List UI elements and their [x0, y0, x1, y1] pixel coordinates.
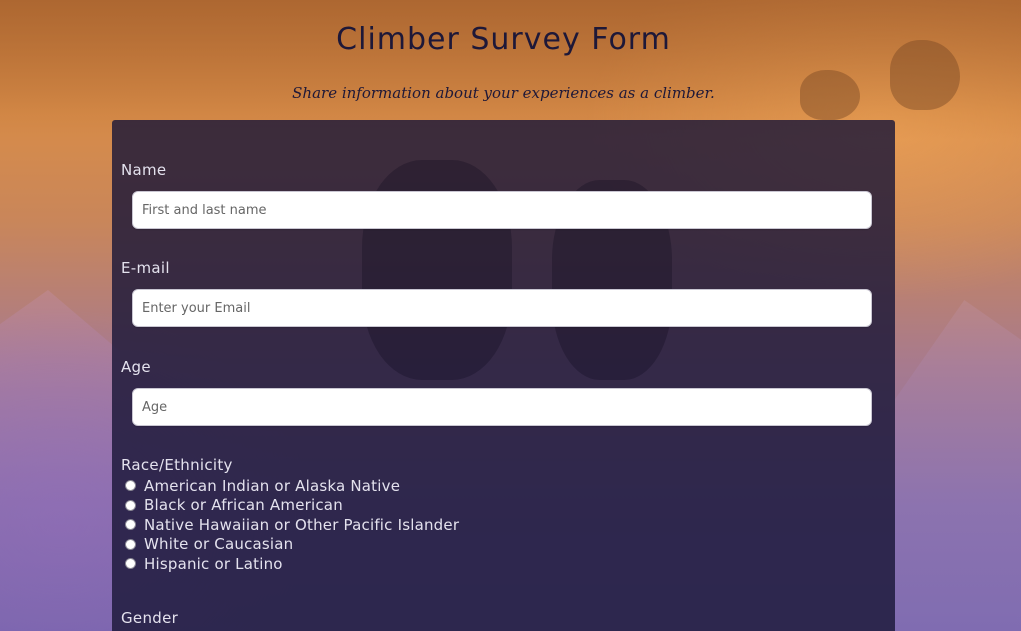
radio-option[interactable]: White or Caucasian — [125, 535, 459, 555]
radio-label[interactable]: Hispanic or Latino — [144, 555, 283, 573]
race-ethnicity-label: Race/Ethnicity — [121, 456, 233, 474]
radio-label[interactable]: White or Caucasian — [144, 535, 293, 553]
age-label: Age — [121, 358, 151, 376]
radio-label[interactable]: Black or African American — [144, 496, 343, 514]
radio-option[interactable]: Hispanic or Latino — [125, 554, 459, 574]
radio-button[interactable] — [125, 558, 136, 570]
radio-button[interactable] — [125, 499, 136, 511]
radio-button[interactable] — [125, 480, 136, 492]
name-label: Name — [121, 161, 167, 179]
background-cliff-left — [0, 290, 120, 631]
age-input[interactable] — [132, 388, 872, 426]
gender-label: Gender — [121, 609, 179, 627]
page-description: Share information about your experiences… — [292, 84, 715, 102]
race-ethnicity-options: American Indian or Alaska Native Black o… — [125, 476, 459, 574]
survey-form: Name E-mail Age Race/Ethnicity American … — [112, 120, 895, 631]
radio-button[interactable] — [125, 538, 136, 550]
radio-option[interactable]: American Indian or Alaska Native — [125, 476, 459, 496]
page-title: Climber Survey Form — [336, 22, 671, 57]
background-cliff-right — [895, 300, 1021, 631]
email-label: E-mail — [121, 259, 170, 277]
radio-option[interactable]: Black or African American — [125, 496, 459, 516]
name-input[interactable] — [132, 191, 872, 229]
radio-option[interactable]: Native Hawaiian or Other Pacific Islande… — [125, 515, 459, 535]
email-input[interactable] — [132, 289, 872, 327]
radio-label[interactable]: American Indian or Alaska Native — [144, 477, 400, 495]
radio-button[interactable] — [125, 519, 136, 531]
radio-label[interactable]: Native Hawaiian or Other Pacific Islande… — [144, 516, 459, 534]
background-cliff-top — [0, 0, 1021, 140]
